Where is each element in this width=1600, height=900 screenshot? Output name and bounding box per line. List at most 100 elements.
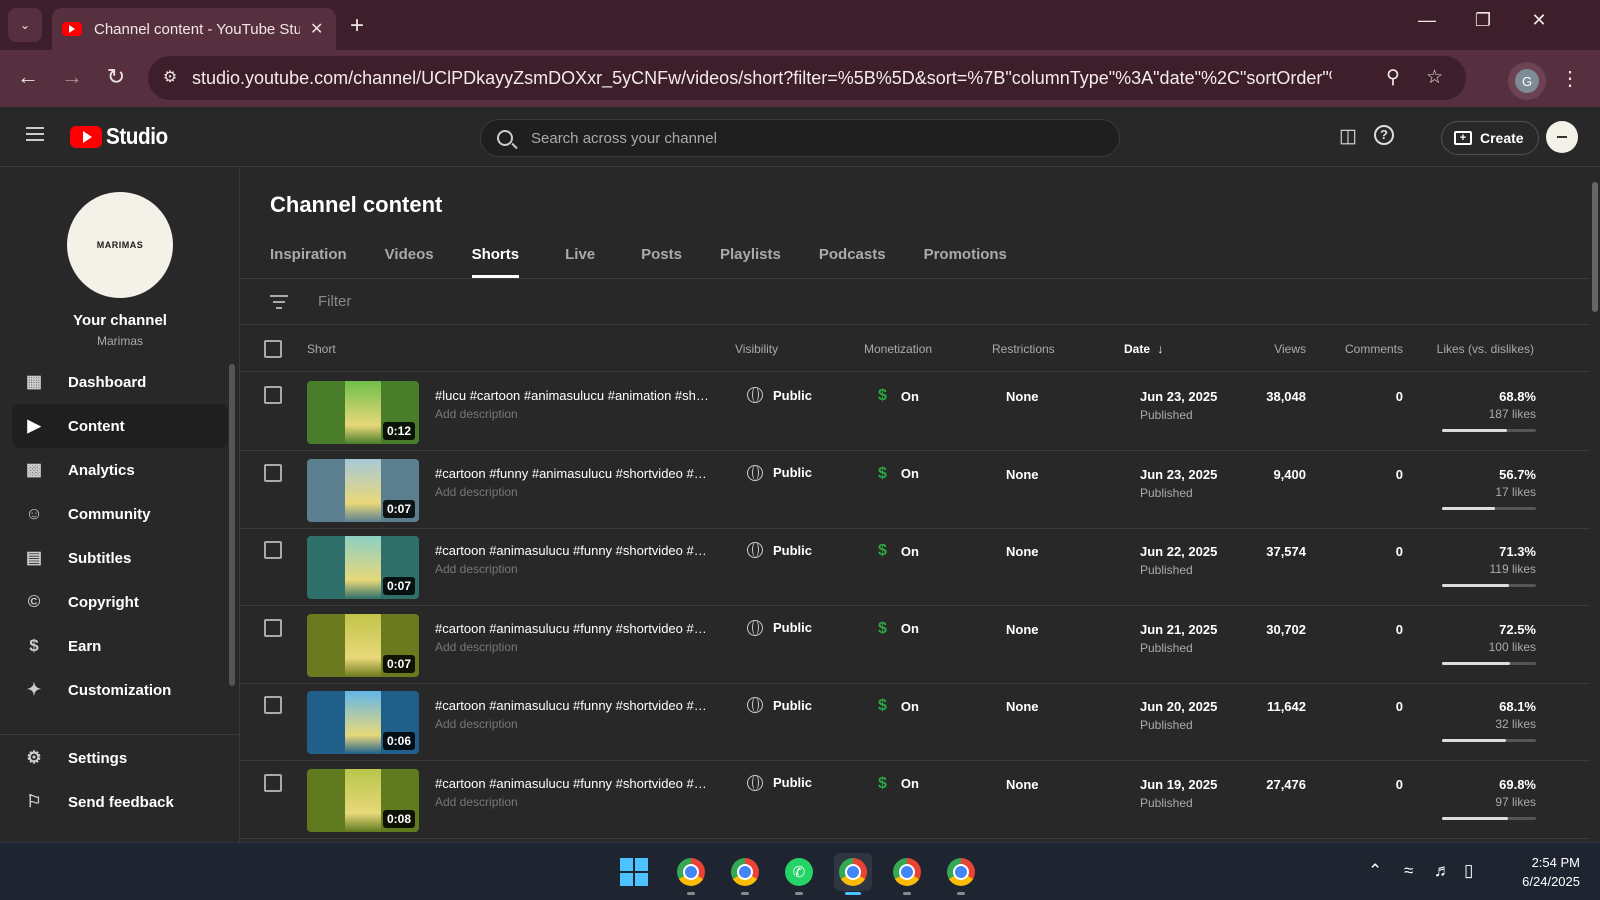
short-description[interactable]: Add description: [435, 407, 518, 421]
tab-shorts[interactable]: Shorts: [471, 232, 519, 278]
tab-videos[interactable]: Videos: [385, 232, 434, 278]
back-button[interactable]: ←: [14, 64, 42, 90]
filter-icon[interactable]: [270, 294, 288, 309]
select-all-checkbox[interactable]: [264, 340, 282, 358]
short-thumbnail[interactable]: 0:12: [307, 381, 419, 444]
windows-start-icon[interactable]: [620, 858, 648, 886]
system-clock[interactable]: 2:54 PM 6/24/2025: [1500, 853, 1580, 891]
account-avatar[interactable]: [1546, 121, 1578, 153]
short-thumbnail[interactable]: 0:07: [307, 458, 419, 522]
sidebar-item-send-feedback[interactable]: ⚐ Send feedback: [12, 780, 228, 824]
short-thumbnail[interactable]: 0:07: [307, 613, 419, 677]
tab-search-button[interactable]: ⌄: [8, 8, 42, 42]
close-window-button[interactable]: ✕: [1524, 10, 1554, 31]
tab-live[interactable]: Live: [565, 232, 595, 278]
visibility-cell[interactable]: Public: [747, 774, 812, 791]
short-description[interactable]: Add description: [435, 562, 518, 576]
taskbar-whatsapp[interactable]: ✆: [780, 853, 818, 895]
sidebar-item-analytics[interactable]: ▩ Analytics: [12, 448, 228, 492]
short-description[interactable]: Add description: [435, 485, 518, 499]
short-title[interactable]: #cartoon #animasulucu #funny #shortvideo…: [435, 543, 710, 558]
short-description[interactable]: Add description: [435, 795, 518, 809]
short-description[interactable]: Add description: [435, 640, 518, 654]
tab-promotions[interactable]: Promotions: [924, 232, 1007, 278]
row-checkbox[interactable]: [264, 463, 282, 482]
monetization-cell[interactable]: $ On: [878, 465, 919, 483]
row-checkbox[interactable]: [264, 773, 282, 792]
sidebar-item-dashboard[interactable]: ▦ Dashboard: [12, 360, 228, 404]
visibility-cell[interactable]: Public: [747, 464, 812, 481]
tab-posts[interactable]: Posts: [641, 232, 682, 278]
studio-logo[interactable]: Studio: [70, 123, 175, 150]
column-comments[interactable]: Comments: [1345, 342, 1403, 356]
short-title[interactable]: #cartoon #funny #animasulucu #shortvideo…: [435, 466, 710, 481]
table-row[interactable]: 0:12 #lucu #cartoon #animasulucu #animat…: [240, 373, 1590, 451]
taskbar-chrome-5[interactable]: [942, 853, 980, 895]
short-title[interactable]: #cartoon #animasulucu #funny #shortvideo…: [435, 621, 710, 636]
create-button[interactable]: + Create: [1441, 121, 1539, 155]
column-visibility[interactable]: Visibility: [735, 342, 778, 356]
menu-icon[interactable]: [26, 127, 44, 141]
sidebar-item-earn[interactable]: $ Earn: [12, 624, 228, 668]
taskbar-chrome-2[interactable]: [726, 853, 764, 895]
sidebar-item-copyright[interactable]: © Copyright: [12, 580, 228, 624]
column-likes[interactable]: Likes (vs. dislikes): [1437, 342, 1534, 356]
tab-playlists[interactable]: Playlists: [720, 232, 781, 278]
row-checkbox[interactable]: [264, 696, 282, 714]
short-title[interactable]: #cartoon #animasulucu #funny #shortvideo…: [435, 698, 710, 713]
bookmark-star-icon[interactable]: ☆: [1426, 66, 1443, 89]
tab-inspiration[interactable]: Inspiration: [270, 232, 347, 278]
sidebar-item-customization[interactable]: ✦ Customization: [12, 668, 228, 712]
minimize-button[interactable]: —: [1412, 10, 1442, 31]
taskbar-chrome-3[interactable]: [834, 853, 872, 895]
visibility-cell[interactable]: Public: [747, 542, 812, 558]
short-thumbnail[interactable]: 0:06: [307, 691, 419, 754]
wifi-icon[interactable]: ≈: [1404, 861, 1413, 881]
search-bar[interactable]: [480, 119, 1120, 157]
address-bar[interactable]: ⚙ studio.youtube.com/channel/UClPDkayyZs…: [148, 56, 1466, 100]
visibility-cell[interactable]: Public: [747, 697, 812, 713]
your-channel-label[interactable]: Your channel: [0, 312, 240, 329]
volume-icon[interactable]: ♬: [1434, 861, 1451, 881]
zoom-icon[interactable]: ⚲: [1386, 66, 1400, 89]
visibility-cell[interactable]: Public: [747, 619, 812, 636]
monetization-cell[interactable]: $ On: [878, 775, 919, 793]
short-title[interactable]: #cartoon #animasulucu #funny #shortvideo…: [435, 776, 710, 791]
table-row[interactable]: 0:07 #cartoon #funny #animasulucu #short…: [240, 451, 1590, 529]
site-info-icon[interactable]: ⚙: [158, 66, 182, 90]
short-thumbnail[interactable]: 0:08: [307, 768, 419, 832]
short-description[interactable]: Add description: [435, 717, 518, 731]
column-monetization[interactable]: Monetization: [864, 342, 932, 356]
column-date[interactable]: Date ↓: [1124, 342, 1163, 356]
channel-avatar[interactable]: MARIMAS: [67, 192, 173, 298]
sidebar-item-community[interactable]: ☺ Community: [12, 492, 228, 536]
table-row[interactable]: 0:07 #cartoon #animasulucu #funny #short…: [240, 528, 1590, 606]
monetization-cell[interactable]: $ On: [878, 697, 919, 715]
messages-icon[interactable]: ◫: [1336, 125, 1360, 148]
sidebar-item-content[interactable]: ▶ Content: [12, 404, 228, 448]
visibility-cell[interactable]: Public: [747, 387, 812, 403]
row-checkbox[interactable]: [264, 541, 282, 559]
table-row[interactable]: 0:07 #cartoon #animasulucu #funny #short…: [240, 606, 1590, 684]
monetization-cell[interactable]: $ On: [878, 542, 919, 560]
forward-button[interactable]: →: [58, 64, 86, 90]
browser-tab-active[interactable]: Channel content - YouTube Studio ✕: [52, 8, 336, 50]
sidebar-item-settings[interactable]: ⚙ Settings: [12, 736, 228, 780]
sidebar-scrollbar[interactable]: [229, 364, 235, 686]
sidebar-item-subtitles[interactable]: ▤ Subtitles: [12, 536, 228, 580]
table-row[interactable]: 0:06 #cartoon #animasulucu #funny #short…: [240, 683, 1590, 761]
table-row[interactable]: 0:08 #cartoon #animasulucu #funny #short…: [240, 761, 1590, 839]
tab-podcasts[interactable]: Podcasts: [819, 232, 886, 278]
row-checkbox[interactable]: [264, 618, 282, 637]
short-title[interactable]: #lucu #cartoon #animasulucu #animation #…: [435, 388, 710, 403]
row-checkbox[interactable]: [264, 386, 282, 404]
short-thumbnail[interactable]: 0:07: [307, 536, 419, 599]
help-icon[interactable]: ?: [1374, 125, 1394, 145]
filter-input[interactable]: [318, 293, 517, 310]
tray-chevron-up-icon[interactable]: ⌃: [1368, 861, 1382, 881]
restore-button[interactable]: ❐: [1468, 10, 1498, 31]
taskbar-chrome-4[interactable]: [888, 853, 926, 895]
browser-menu-icon[interactable]: ⋮: [1560, 66, 1580, 91]
reload-button[interactable]: ↻: [102, 64, 130, 90]
column-restrictions[interactable]: Restrictions: [992, 342, 1055, 356]
